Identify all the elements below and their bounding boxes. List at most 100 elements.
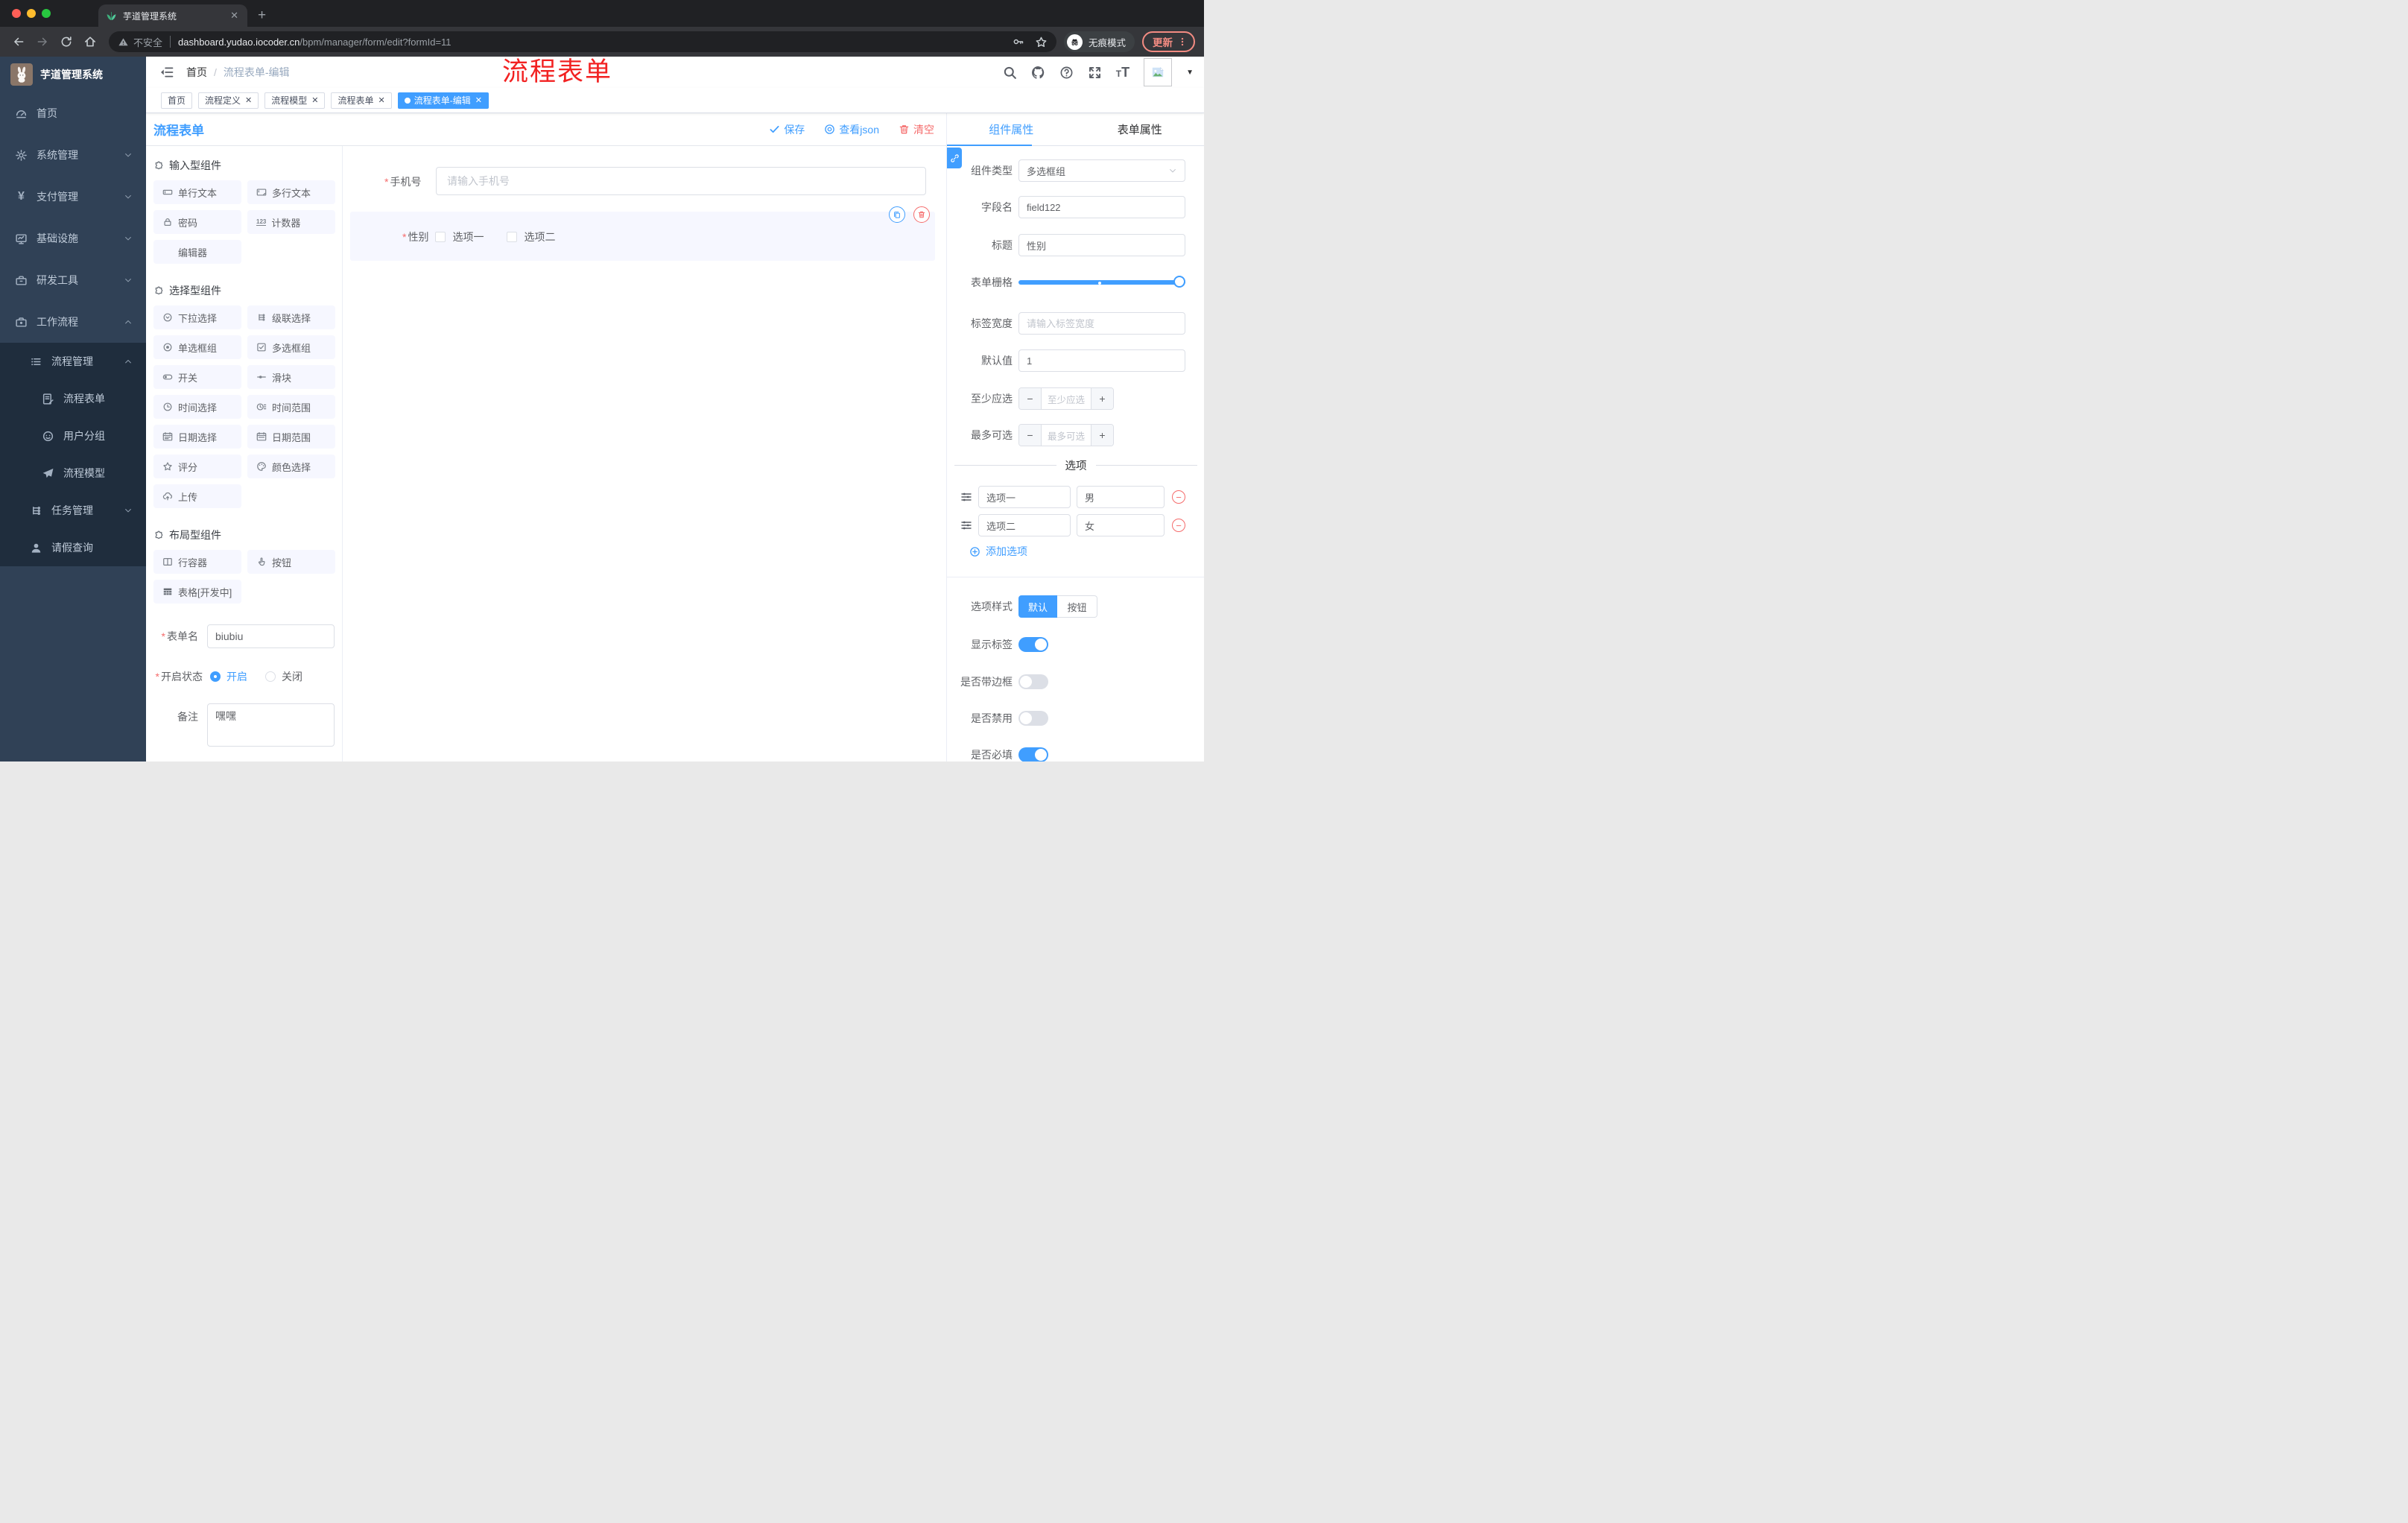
grid-slider[interactable] xyxy=(1018,271,1185,294)
chip-counter[interactable]: 123 计数器 xyxy=(247,210,335,234)
field-name-input[interactable] xyxy=(1018,196,1185,218)
chip-rate[interactable]: 评分 xyxy=(153,455,241,478)
tag-process-definition[interactable]: 流程定义 ✕ xyxy=(198,92,259,109)
close-window-button[interactable] xyxy=(12,9,21,18)
fullscreen-icon[interactable] xyxy=(1088,66,1102,80)
option2-label-input[interactable] xyxy=(978,514,1071,536)
view-json-button[interactable]: 查看json xyxy=(824,122,879,137)
sidebar-item-devtools[interactable]: 研发工具 xyxy=(0,259,146,301)
tab-close-icon[interactable]: ✕ xyxy=(229,10,240,22)
stepper-plus-button[interactable]: + xyxy=(1091,388,1113,409)
form-canvas[interactable]: * 手机号 请输入手机号 * 性别 选项一 选项二 xyxy=(343,146,946,762)
chip-select[interactable]: 下拉选择 xyxy=(153,305,241,329)
tab-form-props[interactable]: 表单属性 xyxy=(1076,113,1205,145)
checkbox-option1[interactable] xyxy=(435,232,446,242)
new-tab-icon[interactable]: + xyxy=(258,6,266,25)
help-icon[interactable] xyxy=(1059,66,1074,80)
chip-switch[interactable]: 开关 xyxy=(153,365,241,389)
chip-radio-group[interactable]: 单选框组 xyxy=(153,335,241,359)
delete-component-button[interactable] xyxy=(913,206,930,223)
chip-time-picker[interactable]: 时间选择 xyxy=(153,395,241,419)
disabled-toggle[interactable] xyxy=(1018,711,1048,726)
stepper-plus-button[interactable]: + xyxy=(1091,425,1113,446)
stepper-minus-button[interactable]: − xyxy=(1019,388,1042,409)
chip-multi-line-text[interactable]: 多行文本 xyxy=(247,180,335,204)
style-button-button[interactable]: 按钮 xyxy=(1057,595,1097,618)
avatar[interactable] xyxy=(1144,58,1173,86)
tag-close-icon[interactable]: ✕ xyxy=(311,95,318,105)
drag-handle-icon[interactable] xyxy=(960,519,972,531)
chip-button[interactable]: 按钮 xyxy=(247,550,335,574)
home-icon[interactable] xyxy=(83,35,97,48)
caret-down-icon[interactable]: ▼ xyxy=(1186,69,1194,77)
label-width-input[interactable] xyxy=(1018,312,1185,335)
tag-process-form-edit[interactable]: 流程表单-编辑 ✕ xyxy=(397,92,489,109)
chip-time-range[interactable]: 时间范围 xyxy=(247,395,335,419)
selected-gender-component[interactable]: * 性别 选项一 选项二 xyxy=(350,206,935,261)
doc-link-button[interactable] xyxy=(947,148,962,168)
chip-checkbox-group[interactable]: 多选框组 xyxy=(247,335,335,359)
reload-icon[interactable] xyxy=(60,35,73,48)
show-label-toggle[interactable] xyxy=(1018,637,1048,652)
option2-value-input[interactable] xyxy=(1077,514,1165,536)
option1-value-input[interactable] xyxy=(1077,486,1165,508)
status-on-radio[interactable]: 开启 xyxy=(210,669,247,684)
chip-upload[interactable]: 上传 xyxy=(153,484,241,508)
sidebar-item-user-group[interactable]: 用户分组 xyxy=(0,417,146,455)
tag-close-icon[interactable]: ✕ xyxy=(245,95,252,105)
form-name-input[interactable] xyxy=(207,624,335,648)
sidebar-item-infra[interactable]: 基础设施 xyxy=(0,218,146,259)
component-type-select[interactable]: 多选框组 xyxy=(1018,159,1185,182)
title-input[interactable] xyxy=(1018,234,1185,256)
chip-row-container[interactable]: 行容器 xyxy=(153,550,241,574)
chip-slider[interactable]: 滑块 xyxy=(247,365,335,389)
tag-process-model[interactable]: 流程模型 ✕ xyxy=(264,92,326,109)
breadcrumb-home[interactable]: 首页 xyxy=(186,65,207,80)
tag-close-icon[interactable]: ✕ xyxy=(378,95,385,105)
option1-label-input[interactable] xyxy=(978,486,1071,508)
chip-cascader[interactable]: 级联选择 xyxy=(247,305,335,329)
sidebar-item-task-mgmt[interactable]: 任务管理 xyxy=(0,492,146,529)
slider-thumb[interactable] xyxy=(1173,276,1185,288)
tag-process-form[interactable]: 流程表单 ✕ xyxy=(331,92,392,109)
status-off-radio[interactable]: 关闭 xyxy=(265,669,302,684)
chip-editor[interactable]: 编辑器 xyxy=(153,240,241,264)
sidebar-item-workflow[interactable]: 工作流程 xyxy=(0,301,146,343)
browser-tab[interactable]: 芋道管理系统 ✕ xyxy=(98,4,247,27)
required-toggle[interactable] xyxy=(1018,747,1048,762)
update-button[interactable]: 更新 xyxy=(1142,31,1196,52)
clear-button[interactable]: 清空 xyxy=(899,122,934,137)
border-toggle[interactable] xyxy=(1018,674,1048,689)
forward-icon[interactable] xyxy=(36,35,49,48)
bookmark-star-icon[interactable] xyxy=(1035,36,1048,48)
url-path[interactable]: /bpm/manager/form/edit?formId=11 xyxy=(300,37,451,48)
sidebar-item-process-mgmt[interactable]: 流程管理 xyxy=(0,343,146,380)
not-secure-warning-icon[interactable] xyxy=(118,37,129,48)
maximize-window-button[interactable] xyxy=(42,9,51,18)
back-icon[interactable] xyxy=(12,35,25,48)
security-label[interactable]: 不安全 xyxy=(133,35,162,49)
remark-textarea[interactable]: 嘿嘿 xyxy=(207,703,335,747)
chip-color-picker[interactable]: 颜色选择 xyxy=(247,455,335,478)
address-bar[interactable]: 不安全 dashboard.yudao.iocoder.cn/bpm/manag… xyxy=(109,31,1056,52)
tab-component-props[interactable]: 组件属性 xyxy=(947,113,1076,145)
copy-component-button[interactable] xyxy=(889,206,905,223)
stepper-minus-button[interactable]: − xyxy=(1019,425,1042,446)
chip-single-line-text[interactable]: 单行文本 xyxy=(153,180,241,204)
chip-table-dev[interactable]: 表格[开发中] xyxy=(153,580,241,604)
slider-track[interactable] xyxy=(1018,280,1185,285)
sidebar-collapse-icon[interactable] xyxy=(159,65,174,80)
sidebar-item-process-model[interactable]: 流程模型 xyxy=(0,455,146,492)
sidebar-item-process-form[interactable]: 流程表单 xyxy=(0,380,146,417)
kebab-menu-icon[interactable] xyxy=(1177,37,1188,47)
remove-option-button[interactable]: − xyxy=(1172,519,1185,532)
remove-option-button[interactable]: − xyxy=(1172,490,1185,504)
save-button[interactable]: 保存 xyxy=(769,122,805,137)
stepper-placeholder[interactable]: 至少应选 xyxy=(1042,388,1091,409)
default-value-input[interactable] xyxy=(1018,349,1185,372)
phone-field-input[interactable]: 请输入手机号 xyxy=(436,167,926,195)
tag-home[interactable]: 首页 xyxy=(161,92,193,109)
chip-password[interactable]: 密码 xyxy=(153,210,241,234)
sidebar-item-home[interactable]: 首页 xyxy=(0,92,146,134)
tag-close-icon[interactable]: ✕ xyxy=(475,95,482,105)
